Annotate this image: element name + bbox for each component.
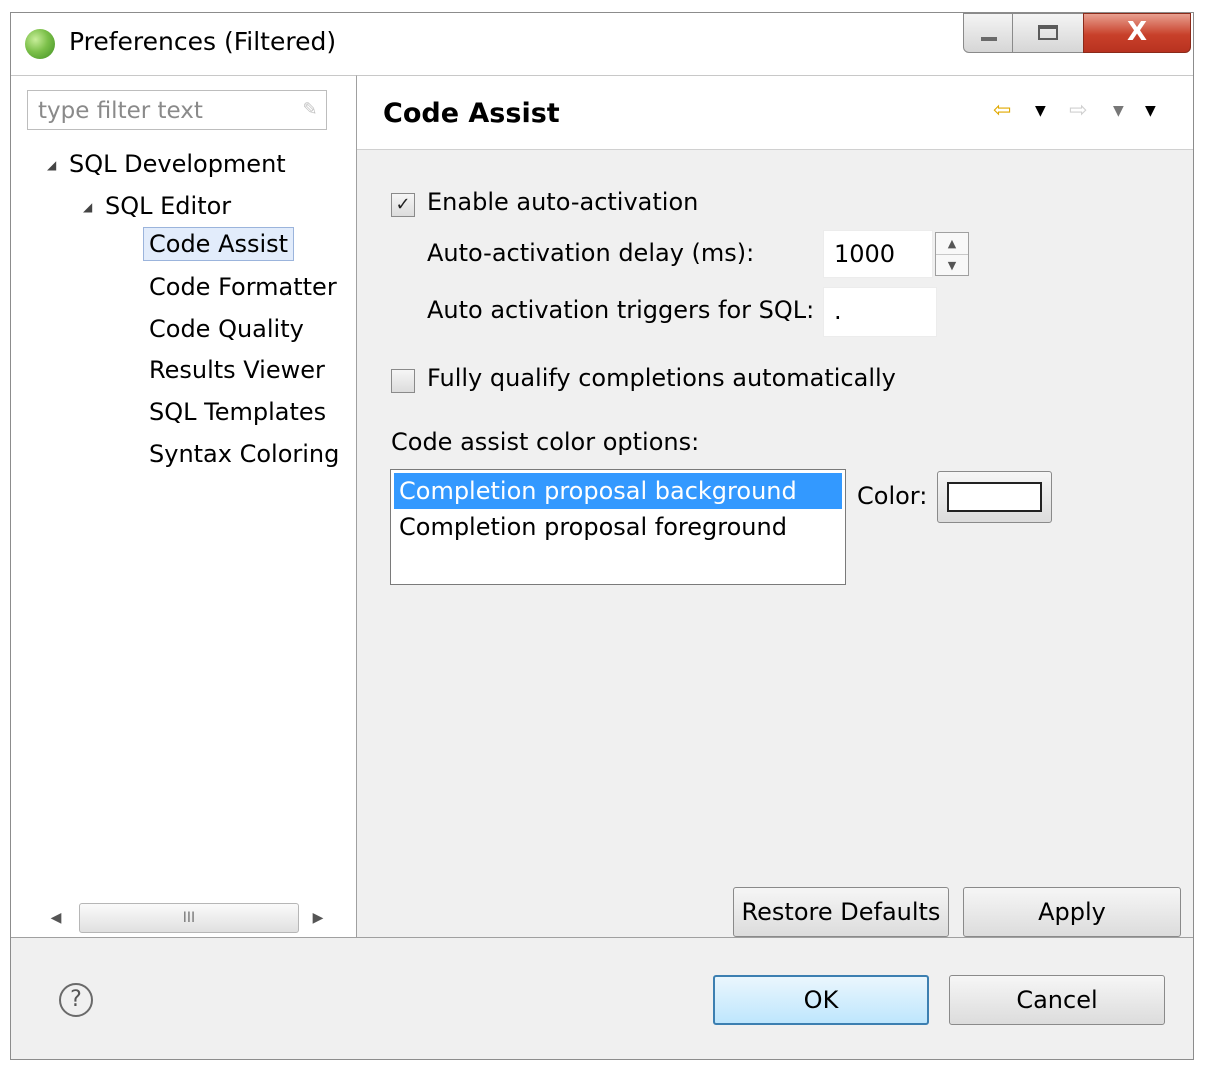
color-options-list[interactable]: Completion proposal background Completio… (390, 469, 846, 585)
preferences-window: Preferences (Filtered) X ✎ ◢SQL Developm… (10, 12, 1194, 1060)
scroll-left-icon[interactable]: ◀ (41, 901, 71, 935)
filter-input[interactable] (36, 95, 290, 127)
fully-qualify-label: Fully qualify completions automatically (427, 364, 896, 392)
maximize-button[interactable] (1012, 13, 1084, 53)
view-menu-icon[interactable]: ▼ (1145, 96, 1156, 126)
fully-qualify-checkbox[interactable] (391, 369, 415, 393)
forward-dropdown-icon[interactable]: ▼ (1113, 96, 1124, 126)
delay-input[interactable]: 1000 (823, 230, 933, 278)
footer-separator (11, 937, 1193, 938)
clear-icon[interactable]: ✎ (300, 99, 320, 121)
back-dropdown-icon[interactable]: ▼ (1035, 96, 1046, 126)
triggers-label: Auto activation triggers for SQL: (427, 296, 815, 324)
list-item[interactable]: Completion proposal foreground (394, 509, 842, 545)
tree-item-label: SQL Editor (105, 192, 232, 220)
delay-spinner[interactable]: ▲ ▼ (935, 232, 969, 276)
tree-item-code-quality[interactable]: Code Quality (144, 313, 309, 345)
tree-item-results-viewer[interactable]: Results Viewer (144, 354, 330, 386)
list-item[interactable]: Completion proposal background (394, 473, 842, 509)
checkmark-icon: ✓ (395, 194, 411, 215)
cancel-button[interactable]: Cancel (949, 975, 1165, 1025)
tree-item-label: SQL Development (69, 150, 286, 178)
color-swatch (947, 482, 1042, 512)
filter-box: ✎ (27, 90, 327, 130)
tree-item-syntax-coloring[interactable]: Syntax Coloring (144, 438, 344, 470)
back-arrow-icon[interactable]: ⇦ (993, 96, 1011, 126)
scroll-right-icon[interactable]: ▶ (303, 901, 333, 935)
tree-item-code-formatter[interactable]: Code Formatter (144, 271, 342, 303)
preference-tree-panel: ✎ ◢SQL Development ◢SQL Editor Code Assi… (11, 75, 357, 937)
close-button[interactable]: X (1083, 13, 1191, 53)
history-navigation: ⇦ ▼ ⇨ ▼ ▼ (993, 96, 1173, 126)
scroll-thumb[interactable]: III (79, 903, 299, 933)
spin-down-icon[interactable]: ▼ (936, 255, 968, 276)
title-bar[interactable]: Preferences (Filtered) X (11, 13, 1193, 75)
tree-item-sql-editor[interactable]: ◢ SQL Editor (83, 192, 231, 220)
eclipse-sphere-icon (25, 29, 55, 59)
minimize-button[interactable] (963, 13, 1013, 53)
tree-item-sql-development[interactable]: ◢ SQL Development (47, 150, 286, 178)
page-title: Code Assist (383, 98, 560, 129)
window-title: Preferences (Filtered) (69, 27, 337, 56)
tree-item-sql-templates[interactable]: SQL Templates (144, 396, 331, 428)
minimize-icon (981, 37, 997, 41)
tree-item-code-assist[interactable]: Code Assist (143, 227, 295, 261)
delay-label: Auto-activation delay (ms): (427, 239, 755, 267)
preference-page: Code Assist ⇦ ▼ ⇨ ▼ ▼ ✓ Enable auto-acti… (357, 75, 1193, 937)
expanded-triangle-icon[interactable]: ◢ (47, 158, 69, 172)
horizontal-scrollbar[interactable]: ◀ III ▶ (41, 901, 333, 935)
enable-auto-activation-label: Enable auto-activation (427, 188, 699, 216)
forward-arrow-icon[interactable]: ⇨ (1069, 96, 1087, 126)
color-label: Color: (857, 482, 928, 510)
help-icon[interactable]: ? (59, 983, 93, 1017)
page-header: Code Assist ⇦ ▼ ⇨ ▼ ▼ (357, 75, 1193, 150)
maximize-icon (1038, 25, 1058, 40)
enable-auto-activation-checkbox[interactable]: ✓ (391, 193, 415, 217)
expanded-triangle-icon[interactable]: ◢ (83, 200, 105, 214)
apply-button[interactable]: Apply (963, 887, 1181, 937)
close-icon: X (1126, 17, 1148, 47)
ok-button[interactable]: OK (713, 975, 929, 1025)
spin-up-icon[interactable]: ▲ (936, 233, 968, 255)
restore-defaults-button[interactable]: Restore Defaults (733, 887, 949, 937)
color-picker-button[interactable] (937, 471, 1052, 523)
triggers-input[interactable]: . (823, 287, 937, 337)
color-options-label: Code assist color options: (391, 428, 700, 456)
